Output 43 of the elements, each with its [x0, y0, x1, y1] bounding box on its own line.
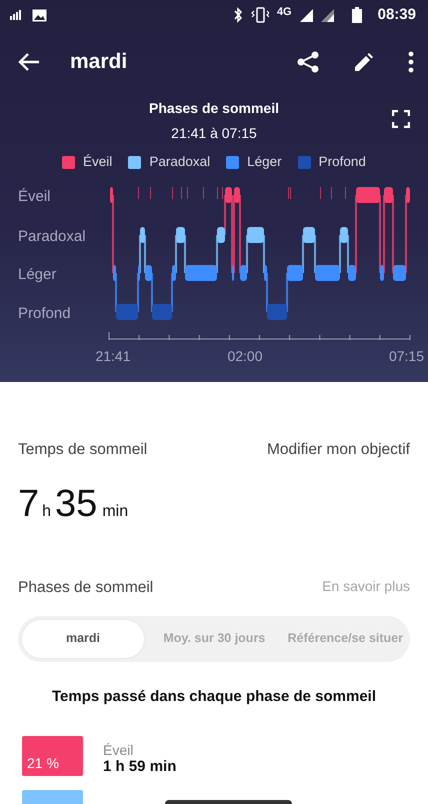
stage-label: Profond [18, 305, 71, 322]
percent-box: 21 % [22, 736, 83, 776]
stage-label: Léger [18, 266, 56, 284]
stage-label: Éveil [18, 188, 51, 206]
section-label: Phases de sommeil [18, 578, 154, 598]
legend-label: Profond [318, 153, 366, 171]
segment-tab[interactable]: mardi [22, 620, 144, 658]
edit-icon[interactable] [352, 50, 376, 74]
minutes-unit: min [102, 502, 128, 522]
chart-title: Phases de sommeil [148, 99, 280, 118]
page-title: mardi [70, 49, 128, 76]
signal-icon [10, 10, 22, 20]
more-icon[interactable] [408, 51, 414, 73]
share-icon[interactable] [296, 50, 320, 74]
legend-label: Paradoxal [149, 153, 210, 171]
breakdown-title: Temps passé dans chaque phase de sommeil [52, 688, 376, 704]
section-label: Temps de sommeil [18, 440, 148, 460]
bluetooth-icon [232, 7, 243, 23]
stage-label: Paradoxal [18, 228, 86, 246]
time-label: 02:00 [227, 348, 263, 364]
phase-name: Éveil [103, 742, 134, 758]
goal-link[interactable]: Modifier mon objectif [266, 438, 410, 462]
legend-label: Léger [247, 153, 282, 171]
minutes-value: 35 [55, 485, 98, 524]
image-icon [32, 8, 47, 22]
time-label: 21:41 [95, 348, 131, 364]
vibrate-icon [250, 7, 269, 23]
status-time: 08:39 [378, 4, 416, 25]
segment-tab[interactable]: Moy. sur 30 jours [160, 620, 268, 658]
back-icon[interactable] [18, 52, 40, 72]
cell-signal-icon [300, 8, 313, 22]
phase-duration: 1 h 59 min [103, 758, 176, 776]
hours-unit: h [42, 502, 52, 522]
hours-value: 7 [18, 485, 40, 524]
segment-tab[interactable]: Référence/se situer [284, 620, 406, 658]
fullscreen-icon[interactable] [392, 110, 410, 128]
cell-signal-icon [320, 8, 334, 22]
network-type: 4G [276, 4, 292, 20]
battery-icon [352, 7, 362, 23]
legend-label: Éveil [83, 153, 112, 171]
time-label: 07:15 [388, 348, 424, 364]
learn-more-link[interactable]: En savoir plus [322, 576, 410, 600]
chart-time-range: 21:41 à 07:15 [170, 124, 258, 143]
